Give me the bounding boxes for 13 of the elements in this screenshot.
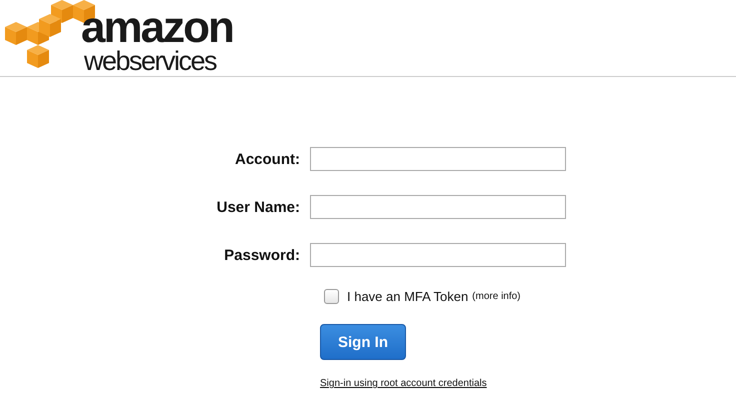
logo-wordmark: amazon: [81, 8, 233, 48]
sign-in-button[interactable]: Sign In: [320, 324, 406, 360]
root-credentials-link[interactable]: Sign-in using root account credentials: [320, 378, 487, 389]
logo-subtitle: webservices: [84, 48, 218, 74]
field-label: Account:: [234, 150, 300, 168]
input-field[interactable]: [310, 147, 566, 171]
field-label: Password:: [223, 246, 300, 264]
field-label: User Name:: [216, 198, 300, 216]
mfa-label: I have an MFA Token: [347, 289, 468, 304]
input-field[interactable]: [310, 243, 566, 267]
mfa-checkbox[interactable]: [324, 289, 339, 304]
input-field[interactable]: [310, 195, 566, 219]
more-info-link[interactable]: (more info): [472, 291, 521, 302]
